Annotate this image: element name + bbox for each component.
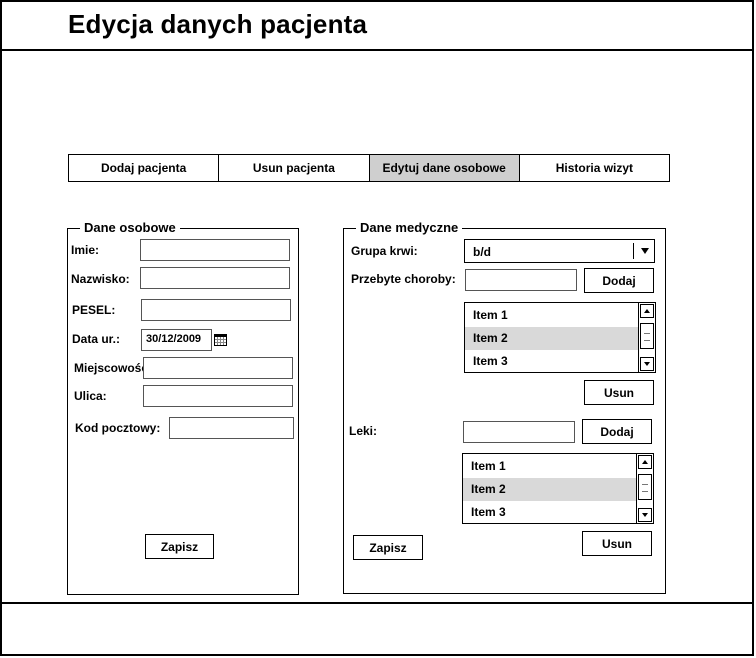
- drugs-input[interactable]: [463, 421, 575, 443]
- add-disease-button[interactable]: Dodaj: [584, 268, 654, 293]
- chevron-down-icon: [641, 248, 649, 254]
- medical-data-legend: Dane medyczne: [356, 220, 463, 235]
- save-medical-button[interactable]: Zapisz: [353, 535, 423, 560]
- tab-visit-history[interactable]: Historia wizyt: [519, 155, 669, 181]
- birth-date-label: Data ur.:: [72, 332, 121, 346]
- blood-group-select[interactable]: b/d: [464, 239, 655, 263]
- street-label: Ulica:: [74, 389, 107, 403]
- pesel-field[interactable]: [141, 299, 291, 321]
- scroll-down-icon[interactable]: [638, 508, 652, 522]
- street-field[interactable]: [143, 385, 293, 407]
- scrollbar[interactable]: [638, 303, 655, 372]
- drugs-label: Leki:: [349, 424, 378, 438]
- postal-code-field[interactable]: [169, 417, 294, 439]
- birth-date-field[interactable]: 30/12/2009: [141, 329, 212, 351]
- add-drug-button[interactable]: Dodaj: [582, 419, 652, 444]
- scroll-thumb[interactable]: [640, 323, 654, 349]
- diseases-list[interactable]: Item 1 Item 2 Item 3: [464, 302, 656, 373]
- city-field[interactable]: [143, 357, 293, 379]
- last-name-label: Nazwisko:: [71, 272, 130, 286]
- list-item[interactable]: Item 3: [465, 350, 639, 372]
- postal-code-label: Kod pocztowy:: [75, 421, 161, 435]
- drugs-list[interactable]: Item 1 Item 2 Item 3: [462, 453, 654, 524]
- first-name-label: Imie:: [71, 243, 100, 257]
- tab-edit-personal-data[interactable]: Edytuj dane osobowe: [369, 155, 520, 181]
- blood-group-value: b/d: [473, 245, 491, 259]
- page-title: Edycja danych pacjenta: [68, 9, 368, 39]
- save-personal-button[interactable]: Zapisz: [145, 534, 214, 559]
- city-label: Miejscowość:: [74, 361, 144, 375]
- scroll-up-icon[interactable]: [640, 304, 654, 318]
- pesel-label: PESEL:: [72, 303, 116, 317]
- list-item[interactable]: Item 3: [463, 501, 637, 523]
- list-item[interactable]: Item 1: [465, 304, 639, 327]
- personal-data-legend: Dane osobowe: [80, 220, 180, 235]
- select-separator: [633, 243, 634, 259]
- list-item[interactable]: Item 2: [463, 478, 637, 501]
- diseases-input[interactable]: [465, 269, 577, 291]
- scroll-up-icon[interactable]: [638, 455, 652, 469]
- remove-drug-button[interactable]: Usun: [582, 531, 652, 556]
- tab-remove-patient[interactable]: Usun pacjenta: [219, 155, 370, 181]
- tab-bar: Dodaj pacjenta Usun pacjenta Edytuj dane…: [68, 154, 670, 182]
- diseases-label: Przebyte choroby:: [351, 272, 456, 286]
- blood-group-label: Grupa krwi:: [351, 244, 418, 258]
- scroll-thumb[interactable]: [638, 474, 652, 500]
- first-name-field[interactable]: [140, 239, 290, 261]
- scroll-down-icon[interactable]: [640, 357, 654, 371]
- footer: [0, 602, 754, 656]
- remove-disease-button[interactable]: Usun: [584, 380, 654, 405]
- tab-add-patient[interactable]: Dodaj pacjenta: [69, 155, 220, 181]
- scrollbar[interactable]: [636, 454, 653, 523]
- list-item[interactable]: Item 2: [465, 327, 639, 350]
- calendar-icon[interactable]: [214, 334, 227, 346]
- list-item[interactable]: Item 1: [463, 455, 637, 478]
- last-name-field[interactable]: [140, 267, 290, 289]
